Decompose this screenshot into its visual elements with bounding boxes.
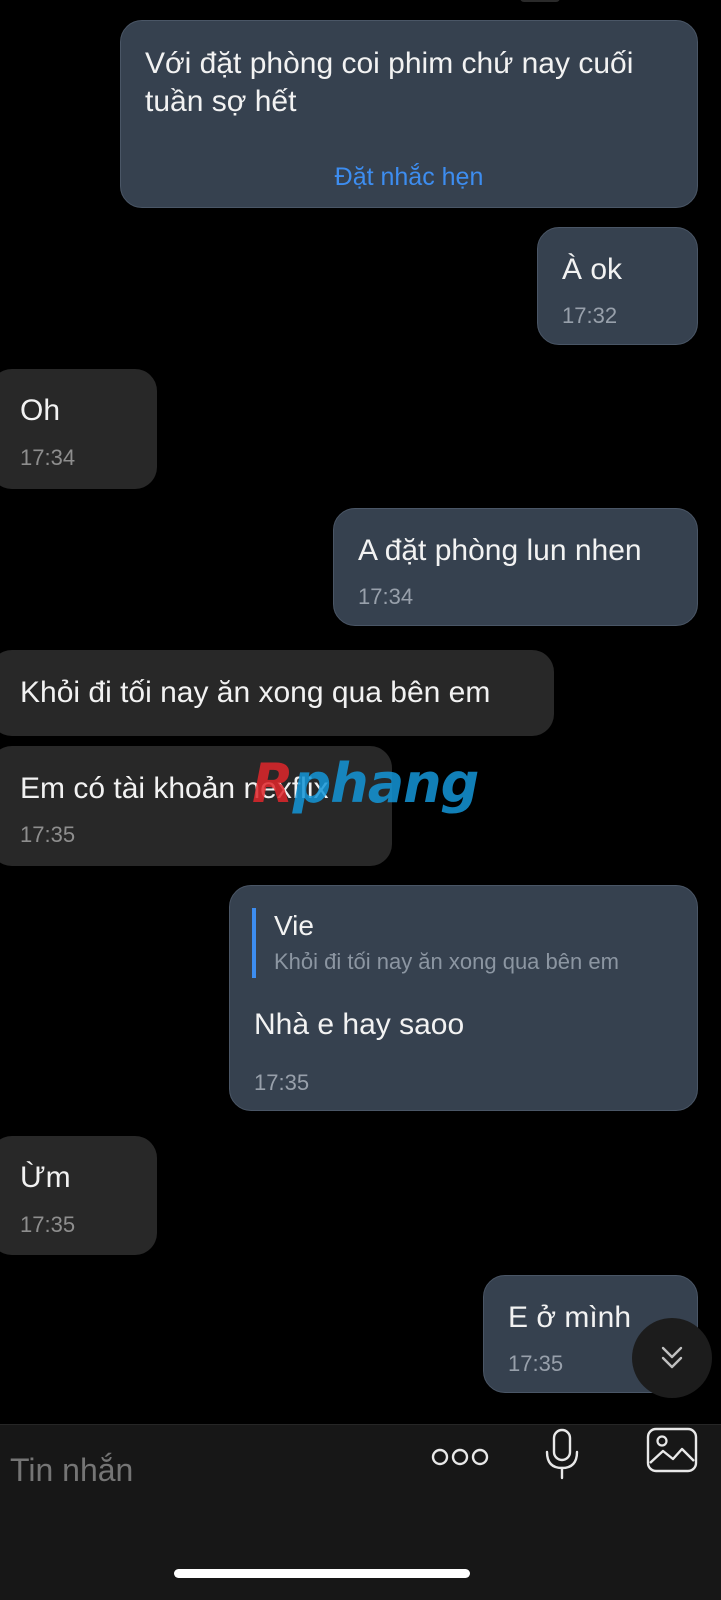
message-time: 17:35 xyxy=(20,822,76,847)
voice-record-button[interactable] xyxy=(538,1425,586,1485)
message-text: Khỏi đi tối nay ăn xong qua bên em xyxy=(20,676,491,709)
microphone-icon xyxy=(545,1428,579,1480)
scroll-to-bottom-button[interactable] xyxy=(632,1318,712,1398)
message-text: Với đặt phòng coi phim chứ nay cuối tuần… xyxy=(145,47,634,118)
more-icon xyxy=(431,1448,489,1466)
quote-author: Vie xyxy=(274,910,314,941)
message-bubble-outgoing[interactable]: Với đặt phòng coi phim chứ nay cuối tuần… xyxy=(120,20,698,208)
message-text: E ở mình xyxy=(508,1301,632,1334)
message-time: 17:35 xyxy=(254,1070,310,1095)
chat-screen: Với đặt phòng coi phim chứ nay cuối tuần… xyxy=(0,0,721,1600)
image-icon xyxy=(646,1427,698,1473)
message-time: 17:35 xyxy=(20,1212,76,1237)
message-text: À ok xyxy=(562,253,623,286)
message-bubble-outgoing[interactable]: À ok 17:32 xyxy=(537,227,698,345)
more-button[interactable] xyxy=(428,1433,492,1481)
message-text: A đặt phòng lun nhen xyxy=(358,534,642,567)
top-edge-fragment xyxy=(520,0,560,2)
message-bubble-outgoing[interactable]: A đặt phòng lun nhen 17:34 xyxy=(333,508,698,626)
home-indicator xyxy=(174,1569,470,1578)
message-time: 17:34 xyxy=(358,584,414,609)
message-text: Oh xyxy=(20,394,61,427)
message-bubble-incoming[interactable]: Em có tài khoản nexflix 17:35 xyxy=(0,746,392,866)
message-input[interactable] xyxy=(8,1451,412,1490)
message-text: Nhà e hay saoo xyxy=(254,1008,465,1041)
message-bubble-outgoing-reply[interactable]: Vie Khỏi đi tối nay ăn xong qua bên em N… xyxy=(229,885,698,1111)
message-bubble-incoming[interactable]: Khỏi đi tối nay ăn xong qua bên em xyxy=(0,650,554,736)
set-reminder-link[interactable]: Đặt nhắc hẹn xyxy=(121,163,697,192)
message-text: Em có tài khoản nexflix xyxy=(20,772,329,805)
message-time: 17:35 xyxy=(508,1351,564,1376)
image-picker-button[interactable] xyxy=(644,1425,700,1475)
chevron-double-down-icon xyxy=(661,1346,683,1369)
quote-text: Khỏi đi tối nay ăn xong qua bên em xyxy=(274,949,619,974)
message-bubble-incoming[interactable]: Ừm 17:35 xyxy=(0,1136,157,1255)
message-time: 17:34 xyxy=(20,445,76,470)
message-time: 17:32 xyxy=(562,303,618,328)
message-text: Ừm xyxy=(20,1161,71,1194)
reply-quote[interactable]: Vie Khỏi đi tối nay ăn xong qua bên em xyxy=(252,908,619,978)
message-bubble-incoming[interactable]: Oh 17:34 xyxy=(0,369,157,489)
